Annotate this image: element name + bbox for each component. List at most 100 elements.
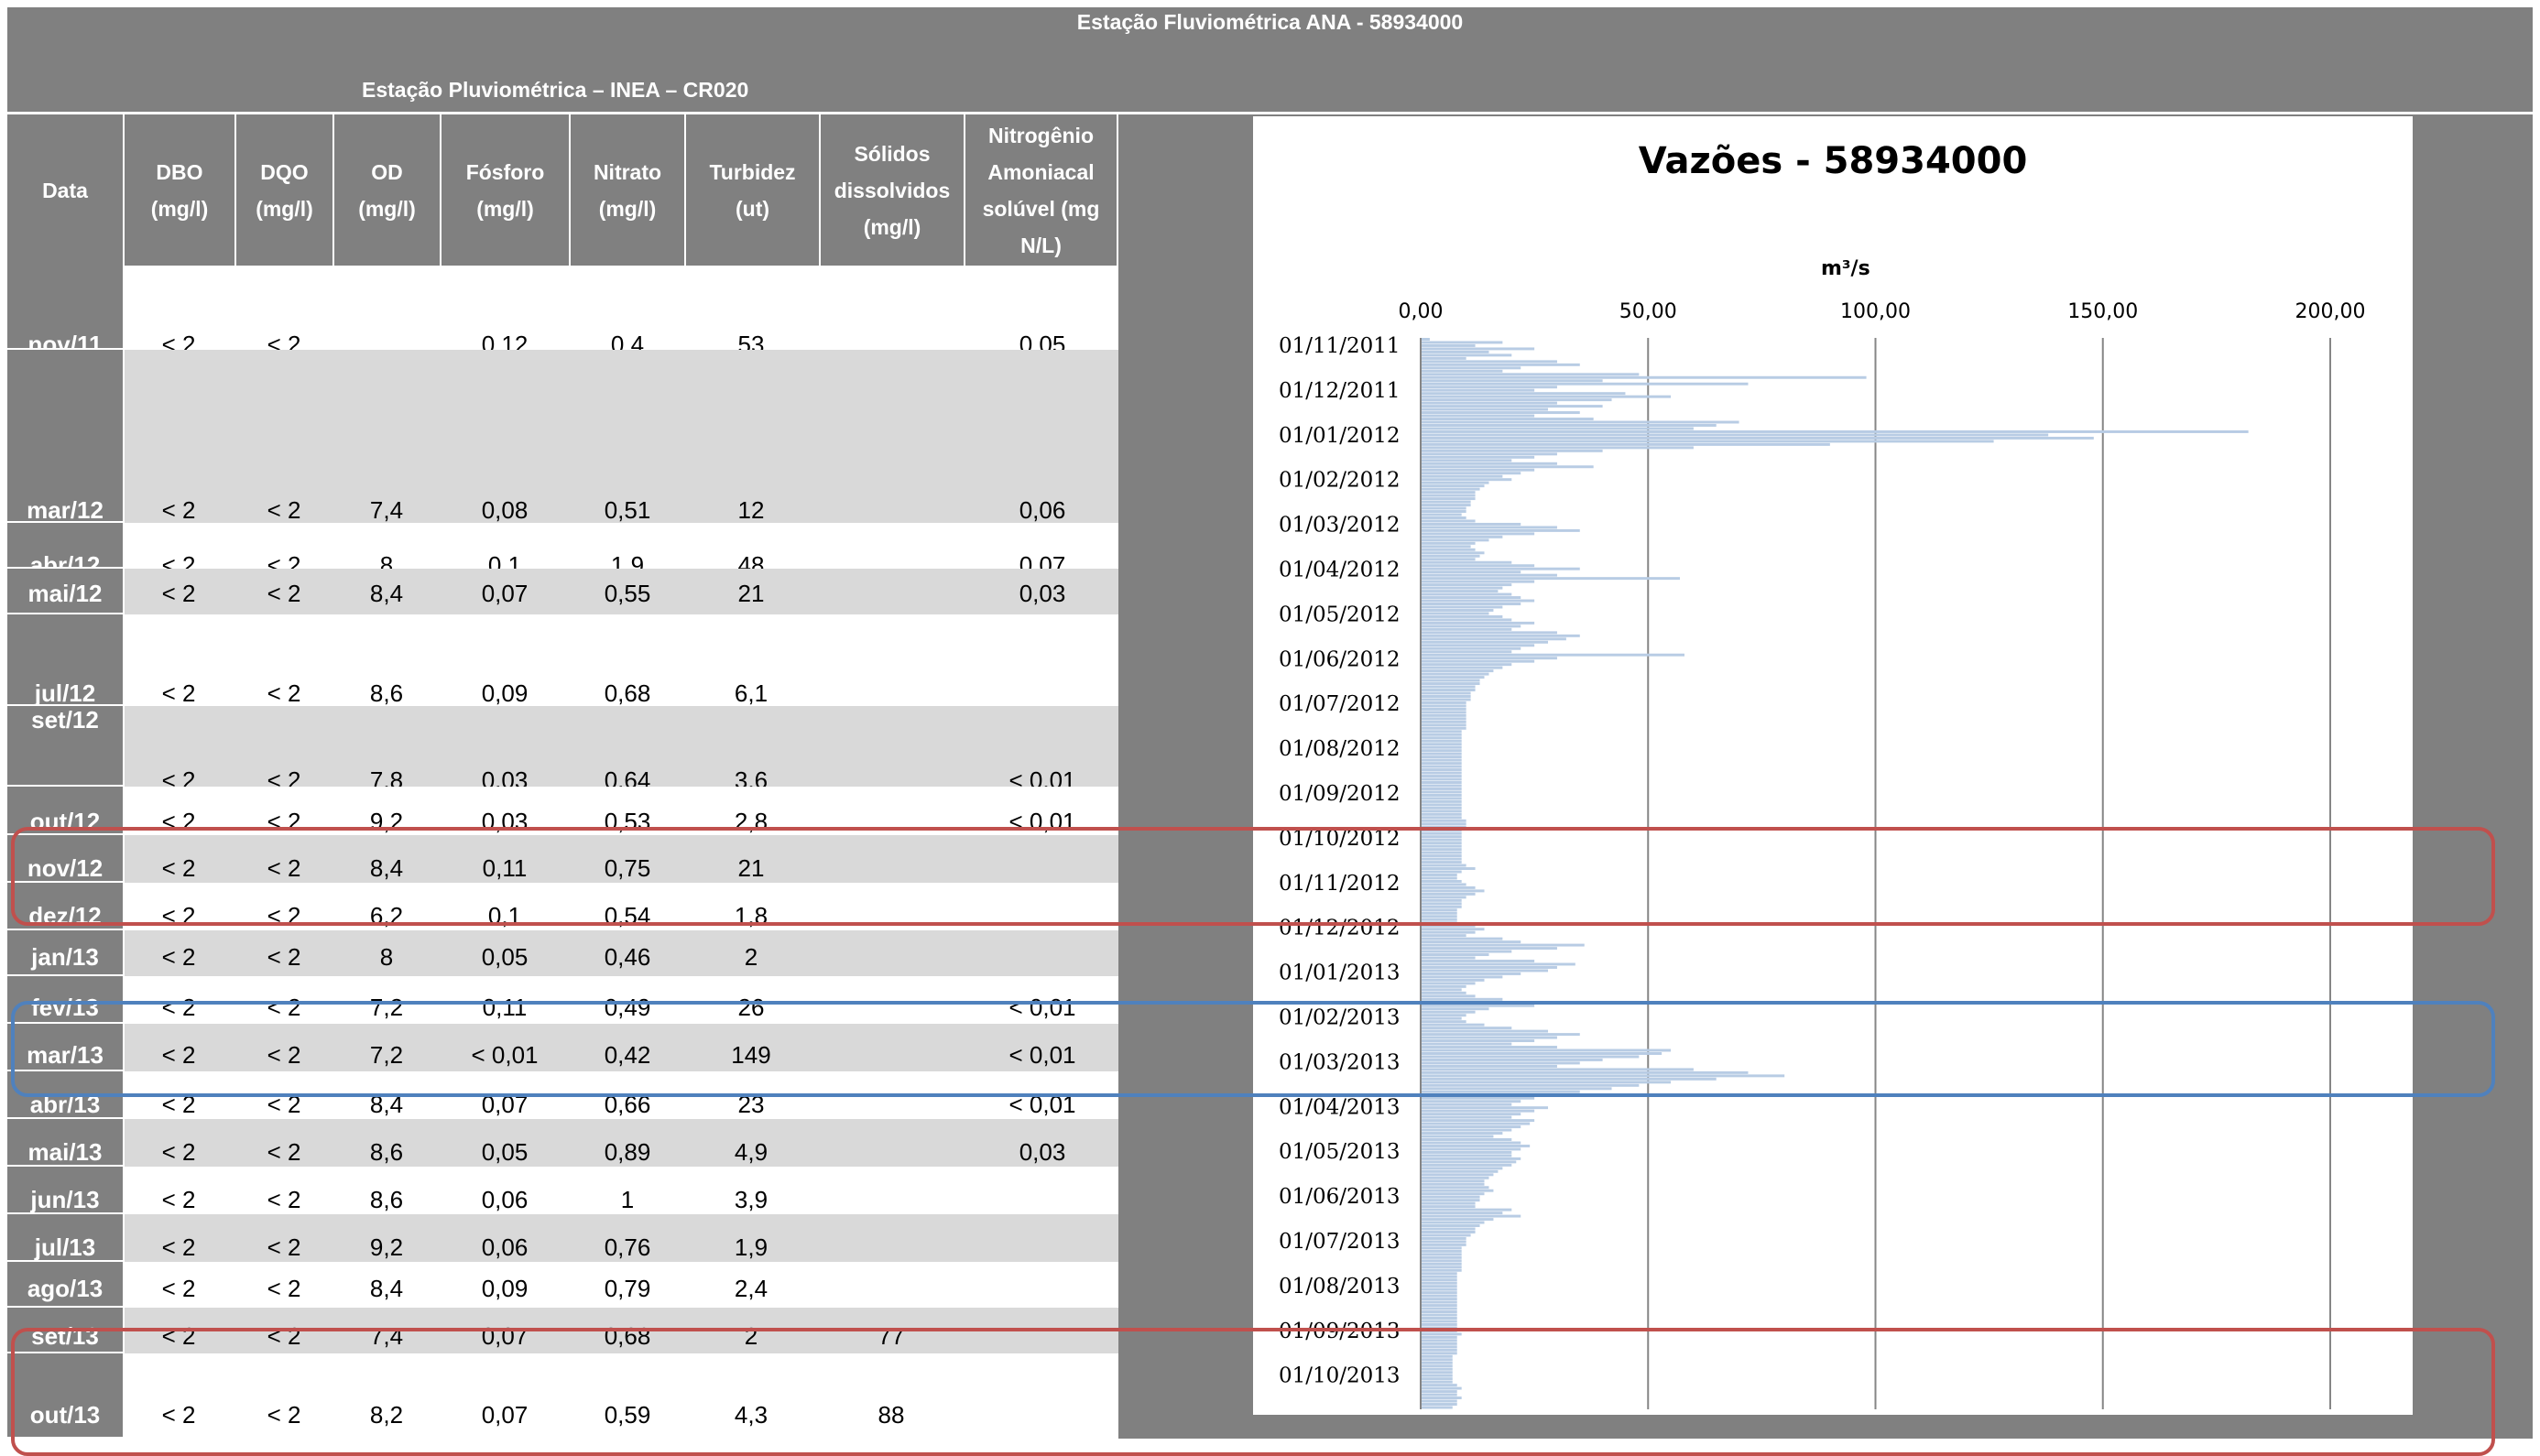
cell-turbidez: 6,1	[734, 679, 769, 707]
column-header-dbo: DBO (mg/l)	[125, 114, 236, 266]
flow-bar	[1421, 1157, 1521, 1160]
flow-bar	[1421, 777, 1462, 781]
flow-bar	[1421, 375, 1867, 379]
flow-bar	[1421, 762, 1462, 766]
flow-bar	[1421, 720, 1466, 723]
chart-date-label: 01/09/2012	[1279, 782, 1401, 806]
flow-bar	[1421, 1199, 1480, 1202]
flow-bar	[1421, 592, 1512, 596]
flow-bar	[1421, 535, 1503, 538]
flow-bar	[1421, 806, 1462, 809]
flow-bar	[1421, 603, 1521, 605]
table-row: jan/13 < 2 < 2 8 0,05 0,46 2	[7, 930, 1118, 976]
flow-bar	[1421, 618, 1512, 622]
flow-bar	[1421, 1160, 1517, 1164]
flow-bar	[1421, 1236, 1466, 1240]
flow-bar	[1421, 363, 1580, 366]
table-row: jul/12 < 2 < 2 8,6 0,09 0,68 6,1	[7, 614, 1118, 707]
flow-bar	[1421, 405, 1603, 408]
flow-bar	[1421, 1125, 1521, 1129]
flow-bar	[1421, 1150, 1512, 1154]
flow-bar	[1421, 1208, 1512, 1212]
flow-bar	[1421, 599, 1535, 603]
flow-bar	[1421, 1179, 1485, 1183]
flow-bar	[1421, 969, 1549, 972]
flow-bar	[1421, 347, 1535, 351]
flow-bar	[1421, 500, 1471, 504]
flow-bar	[1421, 491, 1476, 494]
flow-bar	[1421, 484, 1485, 488]
flow-bar	[1421, 972, 1521, 975]
flow-bar	[1421, 382, 1749, 386]
cell-turbidez: 3,9	[734, 1186, 769, 1213]
flow-bar	[1421, 797, 1462, 800]
column-header-line: (mg/l)	[150, 196, 209, 221]
flow-bar	[1421, 1322, 1457, 1326]
column-header-line: (mg/l)	[358, 196, 416, 221]
cell-nitrogenio: 0,03	[1019, 580, 1066, 607]
flow-bar	[1421, 472, 1521, 475]
flow-bar	[1421, 462, 1557, 465]
cell-turbidez: 2,4	[734, 1275, 769, 1302]
flow-bar	[1421, 978, 1485, 982]
flow-bar	[1421, 627, 1512, 631]
flow-bar	[1421, 558, 1476, 561]
column-header-line: (mg/l)	[256, 196, 313, 221]
flow-bar	[1421, 775, 1462, 778]
flow-bar	[1421, 551, 1485, 555]
flow-bar	[1421, 1294, 1457, 1298]
chart-date-label: 01/01/2012	[1279, 424, 1401, 448]
cell-nitrogenio: 0,03	[1019, 1138, 1066, 1166]
report-frame: Estação Fluviométrica ANA - 58934000 Est…	[7, 7, 2533, 1439]
flow-bar	[1421, 1304, 1457, 1308]
flow-bar	[1421, 516, 1466, 519]
flow-bar	[1421, 411, 1580, 415]
flow-bar	[1421, 350, 1489, 353]
flow-bar	[1421, 1147, 1521, 1151]
flow-bar	[1421, 1100, 1521, 1103]
flow-bar	[1421, 468, 1535, 472]
flow-bar	[1421, 1313, 1457, 1317]
flow-bar	[1421, 726, 1466, 730]
flow-bar	[1421, 790, 1462, 794]
flow-bar	[1421, 605, 1503, 609]
column-header-line: OD	[371, 159, 403, 184]
flow-bar	[1421, 433, 2049, 437]
flow-bar	[1421, 1317, 1457, 1320]
flow-bar	[1421, 812, 1462, 816]
flow-bar	[1421, 1201, 1476, 1205]
flow-bar	[1421, 937, 1503, 940]
column-header-line: Turbidez	[709, 159, 796, 184]
flow-bar	[1421, 401, 1557, 405]
flow-bar	[1421, 1224, 1480, 1227]
chart-date-label: 01/11/2011	[1279, 334, 1401, 358]
flow-chart-svg: 0,00 50,00 100,00 150,00 200,00 01/11/2011 01/…	[1279, 300, 2365, 1409]
column-header-line: DBO	[156, 159, 203, 184]
flow-bar	[1421, 497, 1476, 501]
flow-bar	[1421, 928, 1485, 931]
flow-bar	[1421, 343, 1476, 347]
chart-date-label: 01/06/2013	[1279, 1185, 1401, 1209]
column-header-nitrato: Nitrato (mg/l)	[571, 114, 686, 266]
flow-bar	[1421, 1246, 1462, 1250]
flow-bar	[1421, 982, 1476, 985]
column-header-nitrogenio: Nitrogênio Amoniacal solúvel (mg N/L)	[965, 114, 1118, 266]
flow-bar	[1421, 1218, 1494, 1222]
flow-bar	[1421, 1119, 1535, 1123]
flow-bar	[1421, 596, 1521, 600]
flow-bar	[1421, 1132, 1503, 1135]
flow-bar	[1421, 1109, 1535, 1113]
flow-bar	[1421, 621, 1535, 625]
flow-bar	[1421, 414, 1535, 418]
flow-bar	[1421, 356, 1466, 360]
flow-bar	[1421, 1255, 1462, 1259]
flow-bar	[1421, 614, 1503, 618]
flow-bar	[1421, 947, 1557, 951]
flow-bar	[1421, 519, 1476, 523]
flow-bar	[1421, 1266, 1462, 1269]
flow-bar	[1421, 1169, 1499, 1173]
flow-bar	[1421, 781, 1462, 784]
flow-bar	[1421, 1233, 1471, 1237]
flow-bar	[1421, 366, 1521, 370]
flow-bar	[1421, 504, 1471, 507]
